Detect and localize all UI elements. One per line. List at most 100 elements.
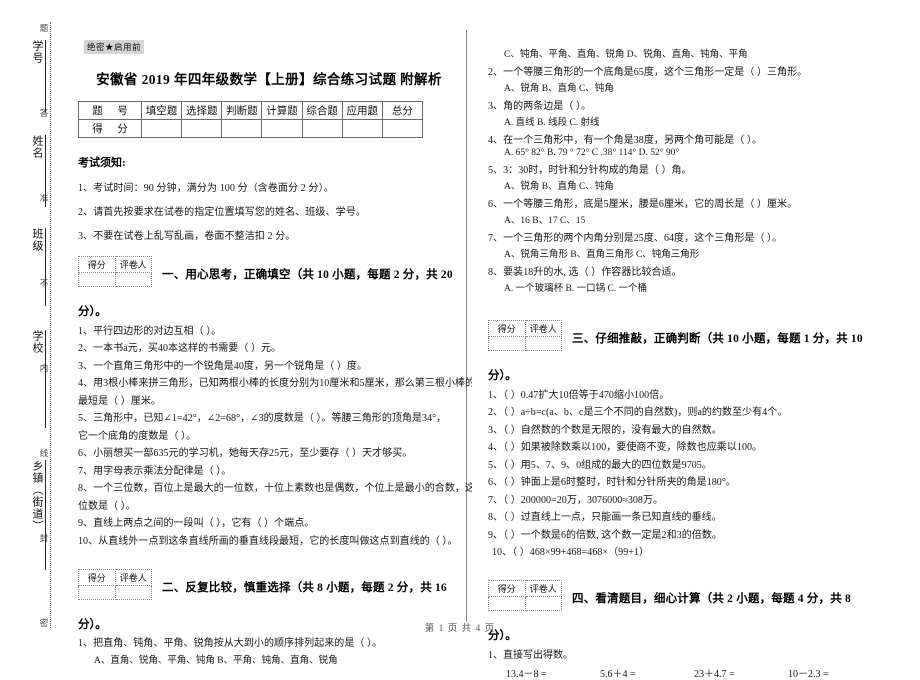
notice-item: 2、请首先按要求在试卷的指定位置填写您的姓名、班级、学号。 bbox=[78, 207, 366, 218]
write-line[interactable] bbox=[45, 228, 46, 306]
question-item: 它一个底角的度数是（ ）。 bbox=[78, 430, 197, 442]
field-student-id: 学号 bbox=[18, 40, 48, 112]
table-cell-score-input[interactable] bbox=[381, 119, 424, 138]
question-item: 2、一个等腰三角形的一个底角是65度，这个三角形一定是（ ）三角形。 bbox=[488, 66, 808, 78]
grader-input[interactable] bbox=[114, 584, 152, 600]
question-item: 10、从直线外一点到这条直线所画的垂直线段最短，它的长度叫做这点到直线的（ ）。 bbox=[78, 535, 458, 547]
notice-title: 考试须知: bbox=[78, 157, 126, 169]
calc-items-row: 13.4－8 = 5.6＋4 = 23＋4.7 = 10－2.3 = bbox=[506, 665, 882, 680]
grader-label: 评卷人 bbox=[524, 580, 562, 597]
section-title-line2: 分）。 bbox=[488, 370, 517, 382]
question-item: 1、（ ）0.47扩大10倍等于470缩小100倍。 bbox=[488, 389, 670, 401]
grader-label: 评卷人 bbox=[114, 568, 152, 586]
table-row: 题 号 填空题 选择题 判断题 计算题 综合题 应用题 总分 bbox=[78, 101, 424, 120]
score-grader-box: 得分 评卷人 bbox=[78, 568, 152, 600]
write-line[interactable] bbox=[45, 40, 46, 112]
question-item: 3、角的两条边是（ ）。 bbox=[488, 100, 592, 112]
section-title-line1: 四、看清题目，细心计算（共 2 小题，每题 4 分，共 8 bbox=[572, 593, 851, 605]
question-item: 6、（ ）钟面上是6时整时，时针和分针所夹的角是180°。 bbox=[488, 477, 736, 488]
field-label: 姓名 bbox=[31, 135, 43, 159]
field-class: 班级 bbox=[18, 228, 48, 306]
section-calc-header: 得分 评卷人 四、看清题目，细心计算（共 2 小题，每题 4 分，共 8 bbox=[476, 580, 882, 611]
grader-input[interactable] bbox=[524, 596, 562, 611]
question-item: 8、一个三位数，百位上是最大的一位数，十位上素数也是偶数，个位上是最小的合数，这… bbox=[78, 483, 472, 494]
question-options: C、钝角、平角、直角、锐角 D、锐角、直角、钝角、平角 bbox=[504, 50, 748, 60]
calc-item: 5.6＋4 = bbox=[600, 668, 636, 680]
question-options: A. 一个玻璃杯 B. 一口锅 C. 一个桶 bbox=[504, 284, 648, 294]
table-cell-header: 选择题 bbox=[181, 101, 223, 120]
question-item: 10、（ ）468×99+468=468×（99+1） bbox=[492, 547, 650, 558]
calc-item: 23＋4.7 = bbox=[694, 668, 735, 680]
sealing-margin: 题 答 准 不 内 线 封 密 学号 姓名 班级 学校 乡镇（街道） bbox=[0, 0, 58, 650]
score-label: 得分 bbox=[78, 568, 116, 586]
table-cell-header: 总分 bbox=[381, 101, 424, 120]
field-label: 乡镇（街道） bbox=[31, 460, 43, 532]
question-item: 9、（ ）一个数是6的倍数, 这个数一定是2和3的倍数。 bbox=[488, 529, 722, 541]
score-label: 得分 bbox=[78, 256, 116, 273]
table-row bbox=[78, 272, 152, 287]
field-name: 姓名 bbox=[18, 135, 48, 207]
table-row: 得分 评卷人 bbox=[78, 256, 152, 273]
question-item: 2、（ ）a÷b=c(a、b、c是三个不同的自然数)，则a的约数至少有4个。 bbox=[488, 407, 788, 418]
score-grader-box: 得分 评卷人 bbox=[488, 320, 562, 351]
left-column: 绝密★启用前 安徽省 2019 年四年级数学【上册】综合练习试题 附解析 题 号… bbox=[66, 0, 472, 666]
table-cell-score-input[interactable] bbox=[261, 119, 303, 138]
score-input[interactable] bbox=[78, 584, 116, 600]
write-line[interactable] bbox=[45, 460, 46, 570]
question-item: 8、（ ）过直线上一点，只能画一条已知直线的垂线。 bbox=[488, 512, 722, 523]
table-cell-score-label: 得 分 bbox=[78, 119, 142, 138]
question-item: 1、平行四边形的对边互相（ ）。 bbox=[78, 325, 222, 337]
table-cell-header-label: 题 号 bbox=[78, 101, 142, 120]
seal-char: 题 bbox=[39, 23, 49, 33]
question-options: A、锐角三角形 B、直角三角形 C、钝角三角形 bbox=[504, 250, 700, 260]
table-cell-score-input[interactable] bbox=[181, 119, 223, 138]
table-cell-score-input[interactable] bbox=[221, 119, 263, 138]
grader-input[interactable] bbox=[524, 336, 562, 351]
question-item: 位数是（ ）。 bbox=[78, 500, 136, 512]
write-line[interactable] bbox=[45, 330, 46, 428]
question-options: A. 直线 B. 线段 C. 射线 bbox=[504, 118, 600, 128]
question-item: 6、小丽想买一部635元的学习机，她每天存25元，至少要存（ ）天才够买。 bbox=[78, 448, 413, 459]
score-input[interactable] bbox=[488, 336, 526, 351]
question-item: 3、一个直角三角形中的一个锐角是40度，另一个锐角是（ ）度。 bbox=[78, 360, 368, 372]
section-multiple-choice-header: 得分 评卷人 二、反复比较，慎重选择（共 8 小题，每题 2 分，共 16 bbox=[66, 568, 472, 600]
question-options: A. 65° 82° B. 79 ° 72° C .38° 114° D. 52… bbox=[504, 148, 680, 158]
score-grader-box: 得分 评卷人 bbox=[488, 580, 562, 611]
question-item: 5、3：30时，时针和分针构成的角是（ ）角。 bbox=[488, 164, 692, 176]
question-item: 5、（ ）用5、7、9、0组成的最大的四位数是9705。 bbox=[488, 459, 712, 471]
section-title-line1: 三、仔细推敲，正确判断（共 10 小题，每题 1 分，共 10 bbox=[572, 333, 863, 345]
question-item: 最短是（ ）厘米。 bbox=[78, 395, 161, 407]
score-grader-box: 得分 评卷人 bbox=[78, 256, 152, 287]
page-footer: 第 1 页 共 4 页 bbox=[424, 624, 496, 634]
section-judge-header: 得分 评卷人 三、仔细推敲，正确判断（共 10 小题，每题 1 分，共 10 bbox=[476, 320, 882, 351]
page-title: 安徽省 2019 年四年级数学【上册】综合练习试题 附解析 bbox=[96, 72, 442, 87]
table-row bbox=[78, 584, 152, 600]
table-row: 得 分 bbox=[78, 119, 424, 138]
score-label: 得分 bbox=[488, 580, 526, 597]
question-item: 4、在一个三角形中，有一个角是38度，另两个角可能是（ ）。 bbox=[488, 134, 762, 146]
table-cell-header: 综合题 bbox=[301, 101, 343, 120]
question-options: A、直角、锐角、平角、钝角 B、平角、钝角、直角、锐角 bbox=[94, 655, 338, 666]
table-row: 得分 评卷人 bbox=[488, 320, 562, 337]
table-cell-header: 计算题 bbox=[261, 101, 303, 120]
question-item: 5、三角形中，已知∠1=42°，∠2=68°，∠3的度数是（ ）。等腰三角形的顶… bbox=[78, 413, 447, 424]
question-options: A、16 B、17 C、15 bbox=[504, 216, 586, 226]
grader-input[interactable] bbox=[114, 272, 152, 287]
question-item: 3、（ ）自然数的个数是无限的，没有最大的自然数。 bbox=[488, 424, 722, 436]
score-input[interactable] bbox=[78, 272, 116, 287]
write-line[interactable] bbox=[45, 135, 46, 207]
question-item: 9、直线上两点之间的一段叫（ ），它有（ ）个端点。 bbox=[78, 518, 315, 529]
table-cell-score-input[interactable] bbox=[341, 119, 383, 138]
score-input[interactable] bbox=[488, 596, 526, 611]
table-cell-score-input[interactable] bbox=[140, 119, 183, 138]
question-item: 1、把直角、钝角、平角、锐角按从大到小的顺序排列起来的是（ ）。 bbox=[78, 638, 383, 649]
exam-page: 题 答 准 不 内 线 封 密 学号 姓名 班级 学校 乡镇（街道） 绝密★启用… bbox=[0, 0, 920, 680]
table-cell-header: 判断题 bbox=[221, 101, 263, 120]
table-row bbox=[488, 336, 562, 351]
section-title-line1: 二、反复比较，慎重选择（共 8 小题，每题 2 分，共 16 bbox=[162, 581, 447, 594]
section-fill-blank-header: 得分 评卷人 一、用心思考，正确填空（共 10 小题，每题 2 分，共 20 bbox=[66, 256, 472, 287]
question-item: 6、一个等腰三角形，底是5厘米，腰是6厘米，它的周长是（ ）厘米。 bbox=[488, 198, 798, 210]
table-cell-score-input[interactable] bbox=[301, 119, 343, 138]
notice-item: 3、不要在试卷上乱写乱画，卷面不整洁扣 2 分。 bbox=[78, 231, 296, 242]
question-item: 2、一本书a元，买40本这样的书需要（ ）元。 bbox=[78, 343, 282, 354]
